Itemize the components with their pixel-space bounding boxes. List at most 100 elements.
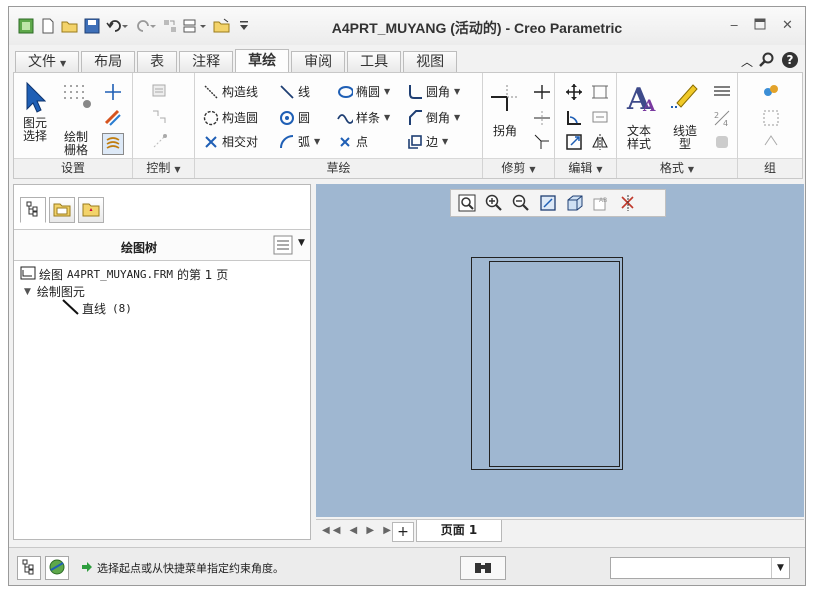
draw-grid-button[interactable]: 绘制 栅格 — [64, 131, 88, 157]
cross-icon — [203, 134, 219, 150]
tab-review[interactable]: 审阅 — [291, 51, 346, 73]
tree-root-suffix: 的第 1 页 — [176, 268, 229, 282]
tree-tab[interactable] — [20, 197, 46, 223]
text-style-icon[interactable]: AA — [625, 81, 661, 115]
repeat-icon[interactable] — [713, 133, 731, 151]
restore-icon[interactable] — [754, 18, 766, 34]
line-icon — [279, 84, 295, 100]
expand-triangle-icon[interactable]: ▼ — [24, 287, 31, 297]
point-icon — [337, 134, 353, 150]
chain-icon[interactable] — [151, 83, 169, 99]
stretch-icon[interactable] — [565, 133, 583, 151]
select-button[interactable]: 图元 选择 — [23, 117, 47, 143]
scale-icon[interactable] — [591, 83, 609, 101]
help-icon[interactable]: ? — [781, 51, 799, 72]
zoom-out-icon[interactable] — [508, 192, 534, 214]
move-icon[interactable] — [565, 83, 583, 101]
collapse-ribbon-icon[interactable]: ︿ — [741, 53, 753, 70]
trim-divide-icon[interactable] — [533, 83, 551, 101]
point-button[interactable]: 点 — [337, 133, 368, 150]
circle-button[interactable]: 圆 — [279, 109, 310, 126]
text-style-button[interactable]: 文本 样式 — [627, 125, 651, 151]
ellipse-button[interactable]: 椭圆 ▼ — [337, 83, 390, 100]
trim-extend-icon[interactable] — [533, 133, 551, 151]
zoom-in-icon[interactable] — [481, 192, 507, 214]
group-setup: 图元 选择 绘制 栅格 设置 — [14, 73, 133, 178]
vertex-icon[interactable] — [151, 133, 169, 151]
group-control-label[interactable]: 控制 ▼ — [133, 158, 194, 178]
close-icon[interactable]: ✕ — [782, 18, 793, 33]
tree-line-item[interactable]: 直线 (8) — [62, 299, 132, 318]
graphics-window[interactable]: AB — [316, 184, 804, 517]
tree-root-name: A4PRT_MUYANG.FRM — [67, 268, 173, 281]
relative-coords-button[interactable]: 相交对 — [203, 133, 258, 150]
binoculars-icon — [473, 559, 493, 578]
tree-settings-icon[interactable] — [273, 235, 293, 258]
tab-layout[interactable]: 布局 — [81, 51, 136, 73]
saved-orientations-icon[interactable]: AB — [589, 192, 615, 214]
mirror-icon[interactable] — [591, 133, 609, 151]
tab-annotate[interactable]: 注释 — [179, 51, 234, 73]
toggle-navigator-button[interactable] — [17, 556, 41, 580]
magnet-icon[interactable] — [104, 109, 124, 127]
tab-file[interactable]: 文件 ▼ — [15, 51, 80, 73]
status-message-text: 选择起点或从快捷菜单指定约束角度。 — [97, 562, 284, 575]
sketch-snap-toggle-icon[interactable] — [102, 133, 124, 155]
line-button[interactable]: 线 — [279, 83, 310, 100]
ungroup-icon[interactable] — [762, 133, 780, 149]
refit-icon[interactable] — [454, 192, 480, 214]
snap-icon[interactable] — [104, 83, 122, 101]
rotate-icon[interactable] — [565, 109, 583, 127]
ribbon: 图元 选择 绘制 栅格 设置 控制 ▼ 构造线 构造圆 相交对 线 圆 弧 ▼ … — [13, 72, 803, 179]
hatch-icon[interactable] — [713, 83, 731, 99]
spline-button[interactable]: 样条 ▼ — [337, 109, 390, 126]
chevron-down-icon[interactable]: ▼ — [298, 238, 305, 248]
circle-icon — [279, 110, 295, 126]
add-page-button[interactable]: + — [392, 522, 414, 542]
tab-view[interactable]: 视图 — [403, 51, 458, 73]
select-group-icon[interactable] — [762, 109, 780, 127]
search-icon[interactable] — [759, 52, 775, 71]
folder-browser-tab[interactable] — [49, 197, 75, 223]
minimize-icon[interactable]: ‒ — [730, 18, 738, 33]
arc-icon — [279, 134, 295, 150]
page-tab[interactable]: 页面 1 — [416, 520, 502, 542]
construction-circle-label: 构造圆 — [222, 111, 259, 125]
arc-button[interactable]: 弧 ▼ — [279, 133, 320, 150]
chevron-down-icon: ▼ — [454, 113, 461, 122]
line-style-button[interactable]: 线造 型 — [673, 125, 697, 151]
trim-delete-icon[interactable] — [533, 109, 551, 127]
group-format-label[interactable]: 格式 ▼ — [617, 158, 737, 178]
repaint-icon[interactable] — [535, 192, 561, 214]
tab-sketch[interactable]: 草绘 — [235, 49, 290, 73]
display-style-icon[interactable] — [562, 192, 588, 214]
filter-dropdown[interactable]: ▼ — [610, 557, 790, 579]
construction-line-button[interactable]: 构造线 — [203, 83, 258, 100]
fraction-icon[interactable]: 24 — [713, 109, 731, 127]
create-group-icon[interactable] — [762, 83, 780, 99]
group-trim-label[interactable]: 修剪 ▼ — [483, 158, 554, 178]
select-arrow-icon[interactable] — [24, 81, 46, 113]
group-edit-label[interactable]: 编辑 ▼ — [555, 158, 616, 178]
grid-icon[interactable] — [62, 83, 94, 109]
tab-file-label: 文件 — [28, 54, 56, 70]
selection-filter-button[interactable] — [460, 556, 506, 580]
break-icon[interactable] — [151, 109, 169, 125]
tab-table[interactable]: 表 — [137, 51, 178, 73]
line-style-icon[interactable] — [667, 81, 699, 111]
annotation-display-icon[interactable] — [616, 192, 642, 214]
tree-folder-item[interactable]: ▼ 绘制图元 — [24, 283, 85, 300]
tree-root-item[interactable]: 绘图 A4PRT_MUYANG.FRM 的第 1 页 — [20, 266, 228, 283]
corner-icon[interactable] — [489, 83, 521, 111]
chamfer-button[interactable]: 倒角 ▼ — [407, 109, 460, 126]
tree-line-count: (8) — [112, 302, 132, 315]
align-icon[interactable] — [591, 109, 609, 125]
toggle-browser-button[interactable] — [45, 556, 69, 580]
corner-button[interactable]: 拐角 — [493, 125, 517, 138]
fillet-button[interactable]: 圆角 ▼ — [407, 83, 460, 100]
construction-circle-button[interactable]: 构造圆 — [203, 109, 258, 126]
tab-tools[interactable]: 工具 — [347, 51, 402, 73]
edge-button[interactable]: 边 ▼ — [407, 133, 448, 150]
favorites-tab[interactable] — [78, 197, 104, 223]
chevron-down-icon: ▼ — [442, 137, 449, 146]
